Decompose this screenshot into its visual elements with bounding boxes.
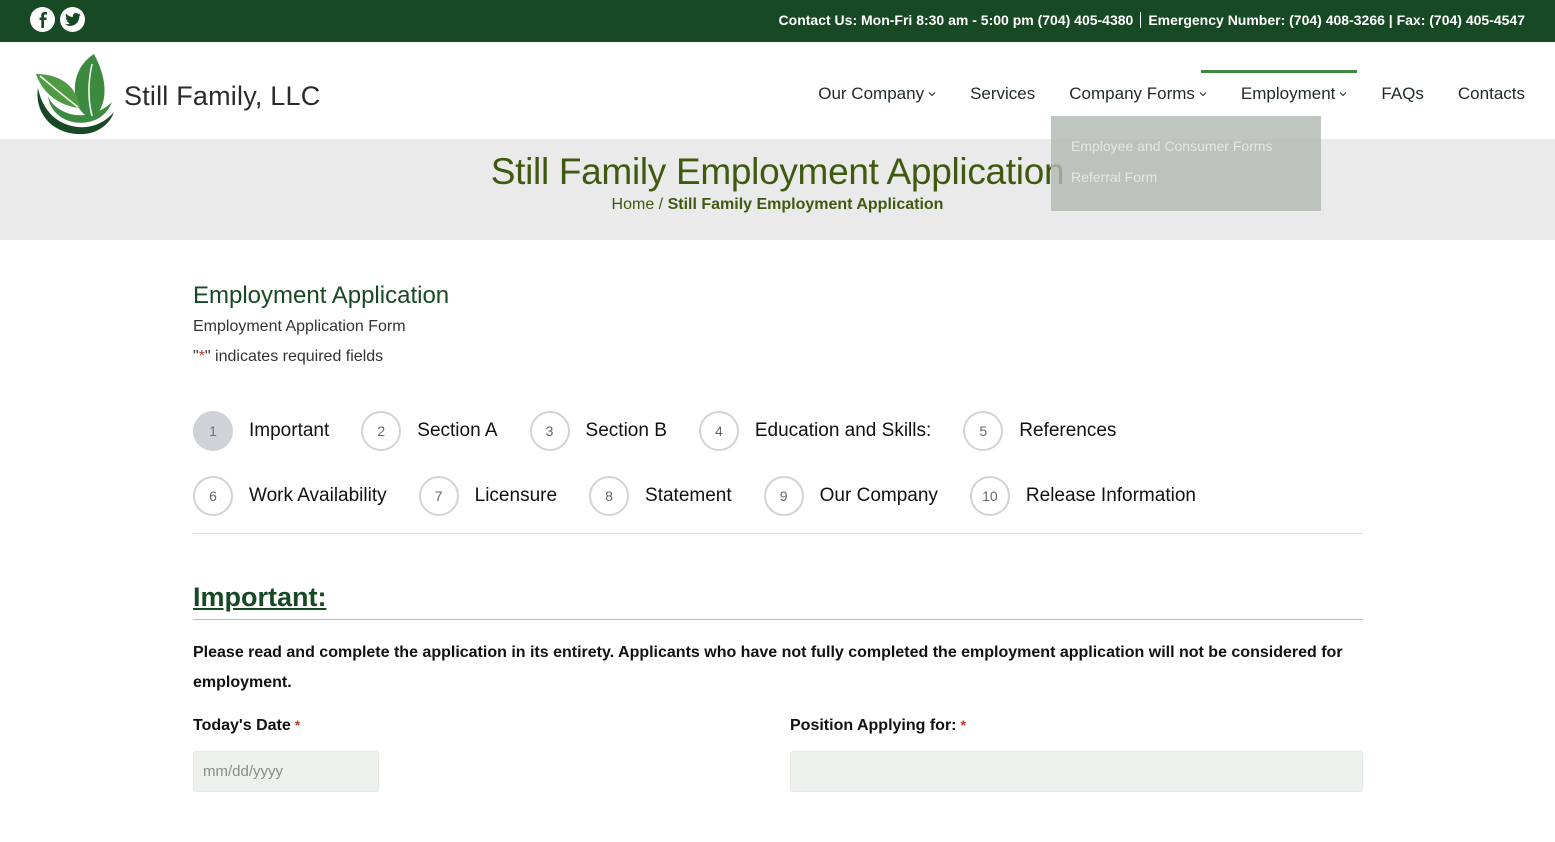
step-release-information[interactable]: 10 Release Information bbox=[969, 476, 1196, 516]
step-section-a[interactable]: 2 Section A bbox=[361, 411, 498, 451]
divider bbox=[1140, 12, 1142, 28]
dropdown-referral-form[interactable]: Referral Form bbox=[1071, 169, 1301, 185]
section-rule bbox=[193, 619, 1363, 620]
step-number: 3 bbox=[529, 411, 570, 451]
step-label: References bbox=[1019, 420, 1117, 441]
social-links bbox=[30, 7, 85, 32]
step-number: 9 bbox=[763, 476, 804, 516]
nav-services[interactable]: Services bbox=[970, 84, 1035, 104]
step-statement[interactable]: 8 Statement bbox=[589, 476, 732, 516]
step-our-company[interactable]: 9 Our Company bbox=[763, 476, 938, 516]
step-label: Section B bbox=[585, 420, 667, 441]
nav-our-company[interactable]: Our Company bbox=[818, 84, 936, 104]
chevron-down-icon bbox=[1340, 92, 1347, 97]
breadcrumb: Home / Still Family Employment Applicati… bbox=[0, 196, 1555, 214]
steps-row-2: 6 Work Availability 7 Licensure 8 Statem… bbox=[193, 476, 1228, 516]
nav-contacts[interactable]: Contacts bbox=[1458, 84, 1525, 104]
section-heading: Important: bbox=[193, 582, 327, 612]
step-references[interactable]: 5 References bbox=[963, 411, 1116, 451]
contact-hours: Contact Us: Mon-Fri 8:30 am - 5:00 pm (7… bbox=[778, 12, 1134, 28]
step-number: 5 bbox=[963, 411, 1004, 451]
step-label: Statement bbox=[645, 485, 732, 506]
facebook-icon[interactable] bbox=[30, 7, 55, 32]
field-label-text: Position Applying for: bbox=[790, 717, 957, 734]
nav-label: Company Forms bbox=[1069, 84, 1195, 103]
step-licensure[interactable]: 7 Licensure bbox=[418, 476, 558, 516]
field-label-text: Today's Date bbox=[193, 717, 291, 734]
step-number: 4 bbox=[698, 411, 739, 451]
top-bar: Contact Us: Mon-Fri 8:30 am - 5:00 pm (7… bbox=[0, 0, 1555, 42]
twitter-icon[interactable] bbox=[60, 7, 85, 32]
breadcrumb-current: Still Family Employment Application bbox=[667, 196, 944, 213]
brand-name: Still Family, LLC bbox=[124, 80, 321, 111]
todays-date-label: Today's Date * bbox=[193, 717, 300, 735]
step-education-skills[interactable]: 4 Education and Skills: bbox=[698, 411, 932, 451]
step-label: Our Company bbox=[819, 485, 938, 506]
step-label: Work Availability bbox=[249, 485, 387, 506]
form-title: Employment Application bbox=[193, 282, 450, 309]
steps-row-1: 1 Important 2 Section A 3 Section B 4 Ed… bbox=[193, 411, 1148, 451]
logo[interactable]: Still Family, LLC bbox=[28, 52, 320, 136]
nav-company-forms[interactable]: Company Forms bbox=[1069, 84, 1207, 104]
steps-divider bbox=[193, 533, 1363, 534]
todays-date-input[interactable] bbox=[193, 751, 379, 792]
emergency-fax: Emergency Number: (704) 408-3266 | Fax: … bbox=[1148, 12, 1525, 28]
req-suffix: " indicates required fields bbox=[204, 348, 384, 365]
step-label: Release Information bbox=[1025, 485, 1196, 506]
step-label: Section A bbox=[417, 420, 498, 441]
page-title: Still Family Employment Application bbox=[490, 151, 1065, 192]
important-notice: Please read and complete the application… bbox=[193, 644, 1343, 691]
nav-label: Our Company bbox=[818, 84, 925, 103]
leaf-logo-icon bbox=[36, 54, 114, 135]
step-work-availability[interactable]: 6 Work Availability bbox=[193, 476, 387, 516]
nav-label: Employment bbox=[1240, 84, 1336, 103]
required-fields-note: "*" indicates required fields bbox=[193, 348, 383, 366]
nav-faqs[interactable]: FAQs bbox=[1381, 84, 1424, 104]
page-title-band: Still Family Employment Application Home… bbox=[0, 139, 1555, 240]
step-important[interactable]: 1 Important bbox=[193, 411, 329, 451]
step-label: Licensure bbox=[474, 485, 558, 506]
step-section-b[interactable]: 3 Section B bbox=[529, 411, 667, 451]
contact-info: Contact Us: Mon-Fri 8:30 am - 5:00 pm (7… bbox=[779, 12, 1525, 28]
required-star: * bbox=[294, 717, 301, 733]
position-input[interactable] bbox=[790, 751, 1363, 792]
site-header: Still Family, LLC Our Company Services C… bbox=[0, 42, 1555, 139]
step-label: Education and Skills: bbox=[754, 420, 932, 441]
form-description: Employment Application Form bbox=[193, 318, 406, 335]
nav-label: Contacts bbox=[1457, 84, 1525, 103]
step-label: Important bbox=[249, 420, 330, 441]
step-number: 6 bbox=[193, 476, 233, 516]
chevron-down-icon bbox=[1199, 92, 1207, 97]
step-number: 10 bbox=[969, 476, 1010, 516]
breadcrumb-home[interactable]: Home bbox=[612, 196, 655, 213]
step-number: 1 bbox=[193, 411, 233, 451]
nav-label: Services bbox=[970, 84, 1036, 103]
step-number: 7 bbox=[418, 476, 459, 516]
employment-dropdown: Employee and Consumer Forms Referral For… bbox=[1051, 116, 1321, 211]
breadcrumb-separator: / bbox=[654, 196, 668, 213]
nav-employment[interactable]: Employment bbox=[1200, 70, 1358, 104]
main-nav: Our Company Services Company Forms Emplo… bbox=[784, 70, 1525, 104]
step-number: 2 bbox=[361, 411, 402, 451]
chevron-down-icon bbox=[928, 92, 936, 97]
dropdown-employee-consumer-forms[interactable]: Employee and Consumer Forms bbox=[1071, 138, 1301, 154]
step-number: 8 bbox=[589, 476, 630, 516]
position-label: Position Applying for: * bbox=[790, 717, 966, 735]
nav-label: FAQs bbox=[1381, 84, 1424, 103]
required-star: * bbox=[960, 717, 966, 733]
